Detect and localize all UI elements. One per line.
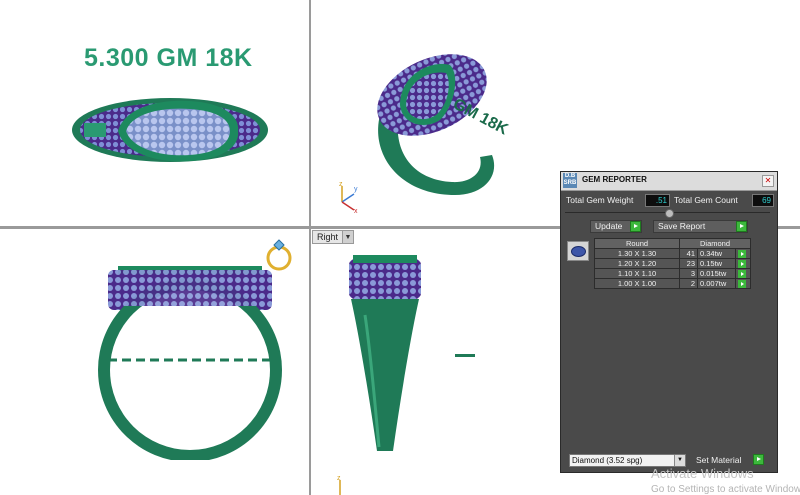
- total-gem-count-label: Total Gem Count: [674, 195, 738, 205]
- close-icon[interactable]: ✕: [762, 175, 774, 187]
- row-select-icon[interactable]: [738, 280, 746, 289]
- axis-z-label: z: [339, 181, 343, 188]
- view-selector-label[interactable]: Right: [312, 230, 344, 244]
- ring-perspective-view: GM 18K: [377, 54, 511, 195]
- material-select-value: Diamond (3.52 spg): [572, 456, 643, 465]
- set-material-play-icon[interactable]: [753, 454, 764, 465]
- row-count: 41: [679, 247, 698, 260]
- oval-gem-icon: [571, 246, 586, 257]
- row-count: 3: [679, 268, 698, 280]
- total-gem-weight-value: .51: [645, 194, 670, 207]
- table-row[interactable]: 1.20 X 1.20 23 0.15tw: [594, 258, 751, 270]
- row-select-icon[interactable]: [738, 260, 746, 269]
- save-report-button-label: Save Report: [658, 221, 706, 231]
- ring-front-view: [98, 266, 282, 460]
- view-selector[interactable]: Right ▼: [312, 230, 355, 244]
- row-weight: 0.15tw: [697, 258, 736, 270]
- total-gem-weight-label: Total Gem Weight: [566, 195, 634, 205]
- chevron-down-icon[interactable]: ▼: [343, 230, 355, 244]
- row-weight: 0.34tw: [697, 247, 736, 260]
- table-row[interactable]: 1.30 X 1.30 41 0.34tw: [594, 247, 751, 260]
- gem-table-header: Round Diamond: [594, 238, 751, 249]
- row-count: 23: [679, 258, 698, 270]
- gem-reporter-title: GEM REPORTER: [582, 175, 647, 184]
- save-report-play-icon[interactable]: [736, 221, 747, 232]
- row-count: 2: [679, 278, 698, 290]
- axis-gizmo: z y x: [339, 181, 358, 215]
- gem-shape-icon[interactable]: [567, 241, 589, 261]
- row-select-icon[interactable]: [738, 250, 746, 259]
- axis-gizmo-small: z: [337, 475, 341, 495]
- row-select-icon[interactable]: [738, 270, 746, 279]
- row-size: 1.30 X 1.30: [594, 247, 680, 260]
- chevron-down-icon[interactable]: ▼: [674, 455, 685, 466]
- axis-x-label: x: [354, 208, 358, 215]
- row-size: 1.00 X 1.00: [594, 278, 680, 290]
- plugin-logo: D.B SRB: [563, 173, 577, 188]
- update-button[interactable]: Update: [590, 220, 642, 233]
- row-weight: 0.015tw: [697, 268, 736, 280]
- panel-slider-handle[interactable]: [665, 209, 674, 218]
- section-line-marker: [455, 354, 475, 357]
- total-gem-count-value: 69: [752, 194, 774, 207]
- header-material: Diamond: [679, 238, 751, 249]
- set-material-label[interactable]: Set Material: [696, 455, 741, 465]
- row-weight: 0.007tw: [697, 278, 736, 290]
- ring-side-view: [349, 255, 421, 451]
- activation-watermark-title: Activate Windows: [651, 466, 754, 481]
- row-size: 1.10 X 1.10: [594, 268, 680, 280]
- axis-y-label: y: [354, 186, 358, 193]
- activation-watermark-subtitle: Go to Settings to activate Windows.: [651, 484, 800, 495]
- svg-text:z: z: [337, 475, 341, 482]
- row-size: 1.20 X 1.20: [594, 258, 680, 270]
- weight-label: 5.300 GM 18K: [84, 44, 253, 72]
- ring-top-view: [72, 98, 268, 162]
- gem-table: Round Diamond 1.30 X 1.30 41 0.34tw 1.20…: [594, 238, 751, 290]
- table-row[interactable]: 1.00 X 1.00 2 0.007tw: [594, 278, 751, 290]
- save-report-button[interactable]: Save Report: [653, 220, 748, 233]
- viewport-divider-vertical[interactable]: [309, 0, 311, 495]
- gem-reporter-titlebar[interactable]: D.B SRB GEM REPORTER ✕: [561, 172, 777, 191]
- table-row[interactable]: 1.10 X 1.10 3 0.015tw: [594, 268, 751, 280]
- gem-reporter-panel: D.B SRB GEM REPORTER ✕ Total Gem Weight …: [560, 171, 778, 473]
- update-button-label: Update: [595, 221, 623, 231]
- header-shape: Round: [594, 238, 680, 249]
- update-play-icon[interactable]: [630, 221, 641, 232]
